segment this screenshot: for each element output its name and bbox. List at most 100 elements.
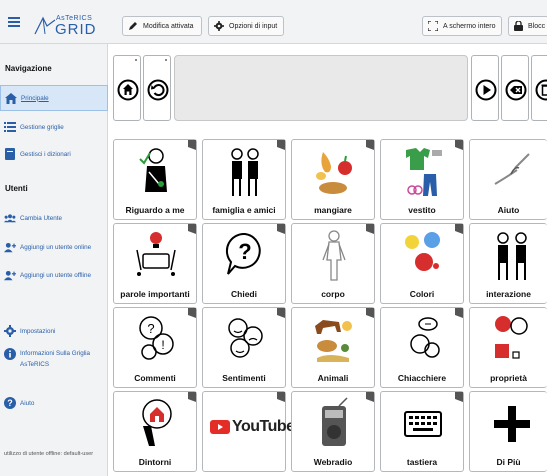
sidebar-item-principale[interactable]: Principale bbox=[0, 85, 108, 111]
brand-bar: AsTeRICS GRID bbox=[0, 0, 108, 44]
grid-cell-mangiare[interactable]: mangiare bbox=[291, 139, 375, 220]
person-self-icon bbox=[139, 148, 167, 192]
sidebar-item-label: Aiuto bbox=[20, 399, 35, 407]
grid-cell-riguardo-a-me[interactable]: Riguardo a me bbox=[113, 139, 197, 220]
sidebar-item-label: Informazioni Sulla Griglia AsTeRICS bbox=[20, 350, 90, 368]
properties-icon bbox=[495, 316, 528, 359]
cell-label: Dintorni bbox=[138, 457, 172, 467]
chat-icon bbox=[410, 317, 440, 358]
play-circle-icon bbox=[475, 79, 497, 101]
cell-label: vestito bbox=[408, 205, 436, 215]
offline-user-note: utilizzo di utente offline: default-user bbox=[4, 451, 94, 457]
home-circle-icon bbox=[117, 79, 139, 101]
back-button[interactable] bbox=[143, 55, 171, 121]
cell-label: tastiera bbox=[406, 457, 438, 467]
cell-label: mangiare bbox=[314, 205, 352, 215]
youtube-play-icon bbox=[210, 420, 230, 434]
collect-element[interactable] bbox=[174, 55, 468, 121]
input-options-button[interactable]: Opzioni di input bbox=[208, 16, 284, 36]
grid-cell-webradio[interactable]: Webradio bbox=[291, 391, 375, 472]
keyboard-icon bbox=[404, 411, 442, 437]
sidebar-item-add-online[interactable]: Aggiungi un utente online bbox=[0, 236, 108, 258]
collect-bar bbox=[108, 44, 547, 132]
svg-text:?: ? bbox=[7, 398, 13, 408]
cell-label: Sentimenti bbox=[222, 373, 266, 383]
feelings-icon bbox=[228, 318, 263, 358]
edit-mode-button[interactable]: Modifica attivata bbox=[122, 16, 202, 36]
plus-icon bbox=[494, 406, 530, 442]
lock-icon bbox=[514, 21, 523, 31]
grid-cell-animali[interactable]: Animali bbox=[291, 307, 375, 388]
grid-cell-tastiera[interactable]: tastiera bbox=[380, 391, 464, 472]
cell-label: parole importanti bbox=[120, 289, 190, 299]
grid-cell-corpo[interactable]: corpo bbox=[291, 223, 375, 304]
cell-label: proprietà bbox=[490, 373, 527, 383]
delete-button[interactable] bbox=[501, 55, 529, 121]
add-user-icon bbox=[4, 241, 16, 253]
sidebar-item-label: Aggiungi un utente online bbox=[20, 243, 92, 251]
question-bubble-icon: ? bbox=[225, 232, 261, 275]
grid-cell-famiglia-e-amici[interactable]: famiglia e amici bbox=[202, 139, 286, 220]
important-words-icon bbox=[136, 232, 176, 276]
cell-label: Chiedi bbox=[231, 289, 257, 299]
cell-label: corpo bbox=[321, 289, 345, 299]
list-icon bbox=[4, 121, 16, 133]
grid-cell-aiuto[interactable]: Aiuto bbox=[469, 139, 547, 220]
body-icon bbox=[322, 230, 346, 281]
cell-label: Aiuto bbox=[497, 205, 520, 215]
backspace-circle-icon bbox=[505, 79, 527, 101]
clear-button[interactable] bbox=[531, 55, 547, 121]
sidebar-item-cambia-utente[interactable]: Cambia Utente bbox=[0, 207, 108, 229]
users-section-title: Utenti bbox=[5, 184, 28, 193]
svg-text:?: ? bbox=[238, 239, 251, 264]
grid-cell-dintorni[interactable]: Dintorni bbox=[113, 391, 197, 472]
sidebar-item-gestione-griglie[interactable]: Gestione griglie bbox=[0, 116, 108, 138]
animals-icon bbox=[315, 320, 352, 362]
add-user-icon bbox=[4, 269, 16, 281]
grid-cell-youtube[interactable]: YouTube bbox=[202, 391, 295, 472]
sidebar-item-label: Principale bbox=[21, 94, 49, 102]
grid-cell-proprieta[interactable]: proprietà bbox=[469, 307, 547, 388]
grid-cell-commenti[interactable]: ? ! Commenti bbox=[113, 307, 197, 388]
speak-button[interactable] bbox=[471, 55, 499, 121]
food-icon bbox=[316, 152, 352, 194]
sidebar-item-impostazioni[interactable]: Impostazioni bbox=[0, 320, 108, 342]
logo-icon bbox=[34, 16, 56, 35]
youtube-logo-text: YouTube bbox=[232, 418, 295, 435]
edit-mode-label: Modifica attivata bbox=[143, 22, 194, 30]
sidebar-item-dizionari[interactable]: Gestisci i dizionari bbox=[0, 143, 108, 165]
clothes-icon bbox=[406, 148, 442, 196]
sidebar-item-informazioni[interactable]: Informazioni Sulla Griglia AsTeRICS bbox=[0, 346, 108, 376]
sidebar-item-label: Impostazioni bbox=[20, 327, 56, 335]
fullscreen-label: A schermo intero bbox=[443, 22, 496, 30]
interaction-icon bbox=[497, 232, 527, 280]
menu-icon[interactable] bbox=[8, 17, 20, 27]
grid-cell-chiacchiere[interactable]: Chiacchiere bbox=[380, 307, 464, 388]
grid-cell-sentimenti[interactable]: Sentimenti bbox=[202, 307, 286, 388]
fullscreen-button[interactable]: A schermo intero bbox=[422, 16, 502, 36]
grid-cell-colori[interactable]: Colori bbox=[380, 223, 464, 304]
home-button[interactable] bbox=[113, 55, 141, 121]
lock-label: Blocc bbox=[528, 22, 546, 30]
sidebar-item-aiuto[interactable]: ? Aiuto bbox=[0, 392, 108, 414]
book-icon bbox=[4, 148, 16, 160]
cell-label: Webradio bbox=[313, 457, 353, 467]
comments-icon: ? ! bbox=[139, 316, 174, 360]
sidebar: AsTeRICS GRID Navigazione Principale Ges… bbox=[0, 0, 108, 476]
family-icon bbox=[231, 148, 259, 196]
color-splash-icon bbox=[405, 232, 440, 271]
grid-cell-interazione[interactable]: interazione bbox=[469, 223, 547, 304]
sidebar-item-label: Gestione griglie bbox=[20, 123, 64, 131]
cell-label: Chiacchiere bbox=[397, 373, 447, 383]
sidebar-item-label: Cambia Utente bbox=[20, 214, 62, 222]
grid-cell-di-piu[interactable]: Di Più bbox=[469, 391, 547, 472]
sidebar-item-add-offline[interactable]: Aggiungi un utente offline bbox=[0, 264, 108, 286]
cell-label: interazione bbox=[486, 289, 531, 299]
svg-text:!: ! bbox=[161, 338, 164, 352]
nav-section-title: Navigazione bbox=[5, 64, 52, 73]
grid-cell-chiedi[interactable]: ? Chiedi bbox=[202, 223, 286, 304]
grid-cell-parole-importanti[interactable]: parole importanti bbox=[113, 223, 197, 304]
cell-label: Animali bbox=[317, 373, 349, 383]
lock-button[interactable]: Blocc bbox=[508, 16, 547, 36]
grid-cell-vestito[interactable]: vestito bbox=[380, 139, 464, 220]
